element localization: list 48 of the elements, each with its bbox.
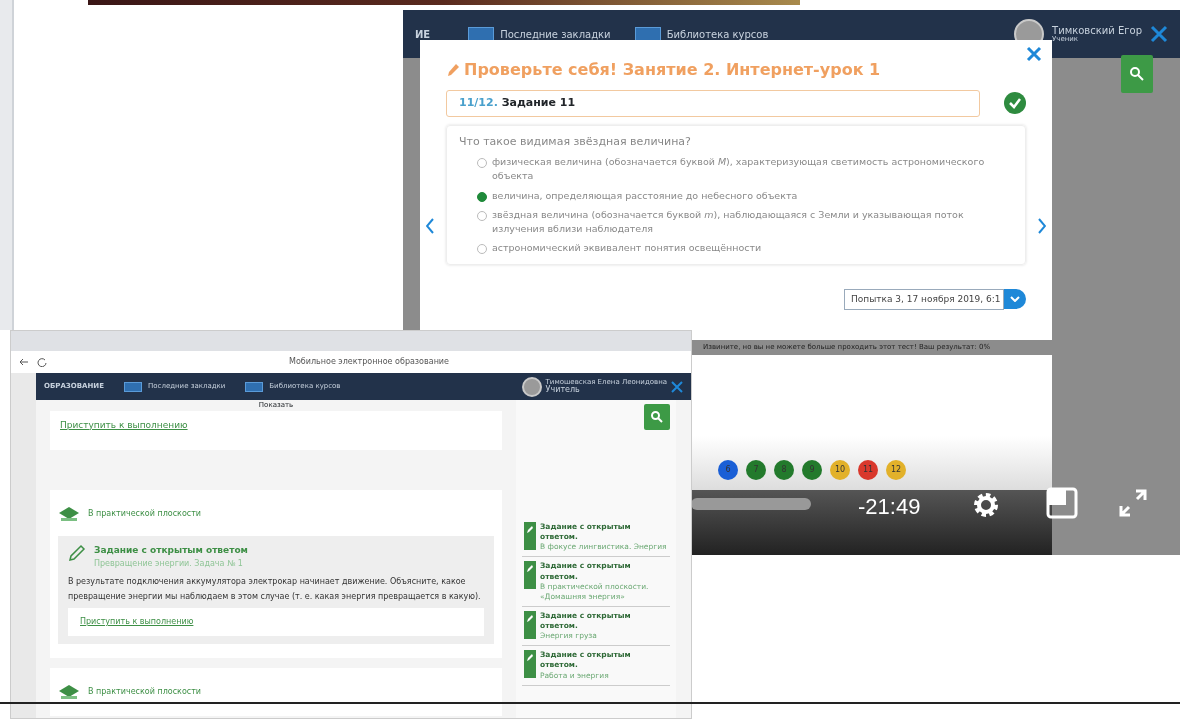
close-icon[interactable] <box>1026 46 1042 62</box>
page-title: Мобильное электронное образование <box>288 356 450 368</box>
picture-in-picture-icon[interactable] <box>1046 487 1078 519</box>
task-icon <box>524 650 536 679</box>
answer-option: астрономический эквивалент понятия освещённости <box>492 241 762 256</box>
modal-title: Проверьте себя! Занятие 2. Интернет-урок 1 <box>464 59 881 81</box>
search-button[interactable] <box>1121 55 1153 93</box>
pencil-icon <box>446 62 460 78</box>
reload-icon[interactable] <box>37 357 47 367</box>
task-link[interactable]: Приступить к выполнению <box>80 616 194 626</box>
answer-option: звёздная величина (обозначается буквой m), наблюдающаяся с Земли и указывающая поток излучения вблизи наблюдателя <box>492 207 1013 237</box>
stack-icon <box>58 683 80 700</box>
fullscreen-icon[interactable] <box>1118 488 1148 518</box>
task-icon <box>524 522 536 550</box>
user-name: Тимковский Егор <box>1052 25 1142 36</box>
pencil-icon <box>68 544 86 562</box>
close-icon[interactable] <box>671 380 683 393</box>
back-arrow-icon[interactable] <box>19 357 29 367</box>
task-title: Задание с открытым ответом <box>94 544 248 557</box>
task-text: В результате подключения аккумулятора электрокар начинает движение. Объясните, какое превращение энергии мы наблюдаем в этом случае (т. е. какая энергия превращается в какую). <box>68 575 482 603</box>
radio-button[interactable] <box>477 191 487 202</box>
section-title: В практической плоскости <box>88 508 202 520</box>
task-header: 11/12. Задание 11 <box>446 90 980 117</box>
bookmark-icon <box>468 27 495 41</box>
answer-option: величина, определяющая расстояние до небесного объекта <box>492 188 798 203</box>
search-button[interactable] <box>644 404 670 430</box>
task-icon <box>524 610 536 639</box>
header-link[interactable]: Библиотека курсов <box>634 26 769 42</box>
bookmark-icon <box>634 27 661 41</box>
stack-icon <box>58 506 80 522</box>
section-title: В практической плоскости <box>88 685 202 698</box>
question-text: Что такое видимая звёздная величина? <box>459 133 692 150</box>
close-icon[interactable] <box>1150 25 1168 43</box>
bookmark-icon <box>245 381 264 392</box>
video-time: -21:49 <box>858 493 921 521</box>
site-logo: ИЕ <box>415 27 431 42</box>
bookmark-icon <box>124 381 142 392</box>
task-icon <box>524 561 536 590</box>
avatar <box>521 376 542 397</box>
settings-icon[interactable] <box>971 490 1001 520</box>
header-link[interactable]: Последние закладки <box>468 26 611 42</box>
user-role: Учитель <box>545 386 580 394</box>
task-link[interactable]: Приступить к выполнению <box>60 418 188 432</box>
search-icon <box>651 411 663 423</box>
task-subtitle: Превращение энергии. Задача № 1 <box>94 557 244 570</box>
chevron-down-icon <box>1010 295 1020 302</box>
search-icon <box>1130 67 1144 81</box>
answer-option: физическая величина (обозначается буквой M), характеризующая светимость астрономического объекта <box>492 155 1013 184</box>
